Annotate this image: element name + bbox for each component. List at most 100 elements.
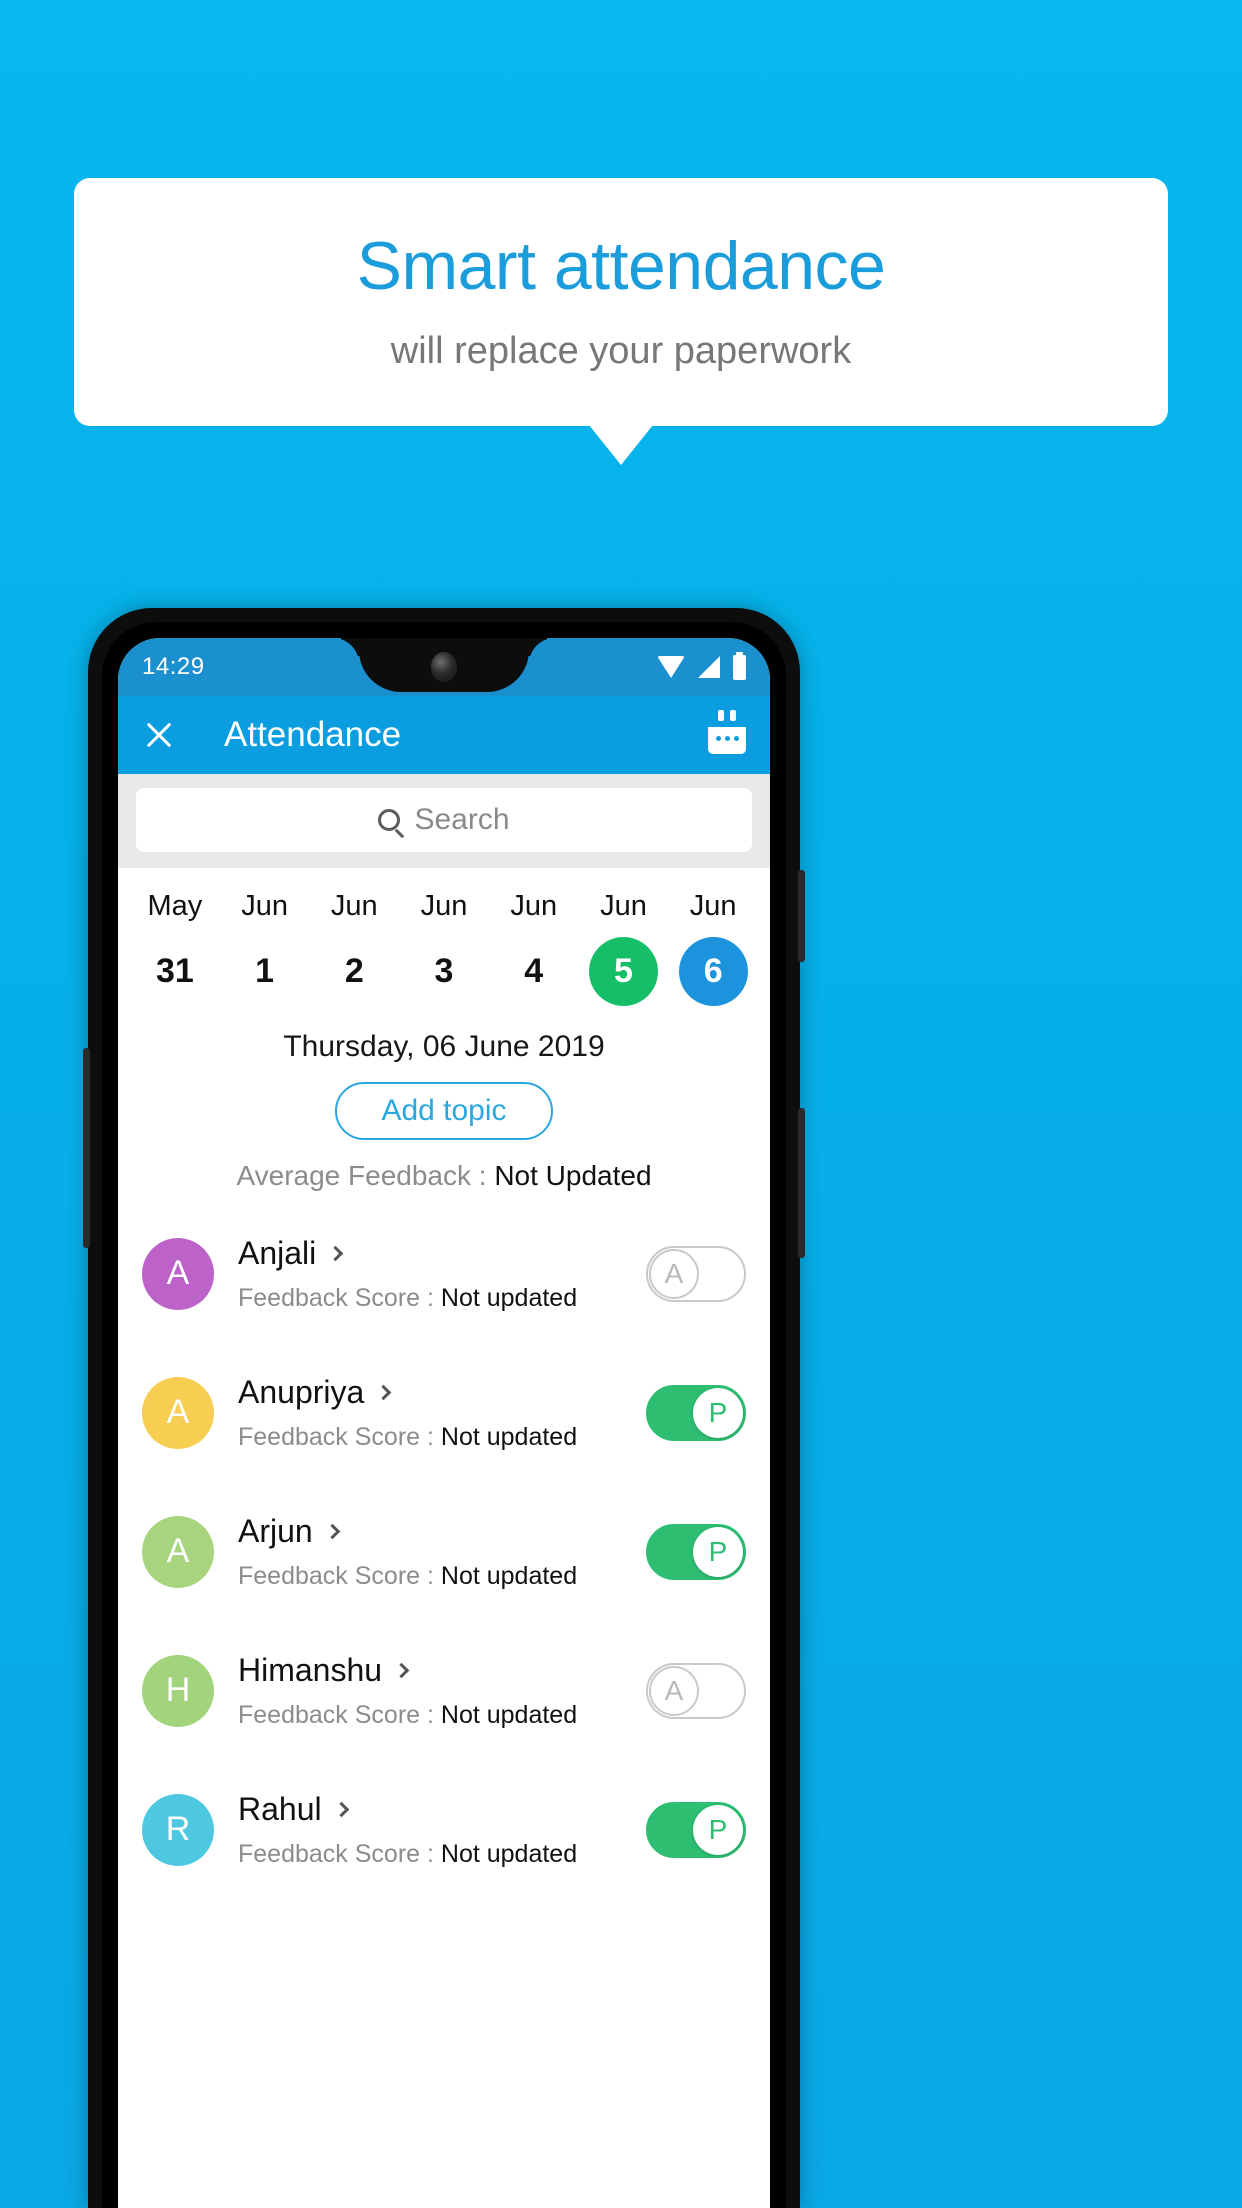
date-month-label: Jun [241, 890, 288, 922]
student-name-text: Rahul [238, 1790, 322, 1827]
promo-title: Smart attendance [356, 227, 886, 304]
search-band: Search [118, 774, 770, 868]
feedback-score-label: Feedback Score : [238, 1283, 441, 1312]
chevron-right-icon[interactable] [393, 1662, 410, 1678]
battery-icon [733, 651, 746, 680]
date-cell[interactable]: Jun 6 [668, 890, 758, 1006]
phone-screen: 14:29 Attendance Search May 31 Jun 1 Jun… [118, 638, 770, 2208]
date-month-label: Jun [420, 890, 468, 922]
attendance-toggle-knob: A [649, 1665, 699, 1716]
status-icons [657, 651, 746, 680]
date-cell[interactable]: Jun 1 [220, 890, 310, 1006]
feedback-score-label: Feedback Score : [238, 1422, 441, 1451]
student-info: Rahul Feedback Score : Not updated [238, 1791, 646, 1869]
avatar: A [142, 1515, 214, 1588]
date-strip: May 31 Jun 1 Jun 2 Jun 3 Jun 4 Jun 5 Jun 6 [118, 868, 770, 1016]
feedback-score-label: Feedback Score : [238, 1561, 441, 1590]
date-cell[interactable]: Jun 3 [399, 890, 489, 1006]
chevron-right-icon[interactable] [333, 1801, 349, 1817]
page-title: Attendance [224, 715, 402, 754]
volume-button[interactable] [798, 1108, 805, 1258]
feedback-score-value: Not updated [440, 1839, 578, 1868]
search-input[interactable]: Search [136, 788, 752, 852]
attendance-toggle-knob: P [693, 1804, 743, 1855]
attendance-toggle[interactable]: A [646, 1245, 746, 1302]
calendar-icon[interactable] [708, 710, 746, 754]
student-name-text: Arjun [238, 1512, 313, 1549]
student-row[interactable]: A Anupriya Feedback Score : Not updated P [118, 1343, 770, 1482]
avatar: H [142, 1654, 214, 1727]
date-cell[interactable]: Jun 4 [489, 890, 579, 1006]
date-month-label: Jun [689, 890, 737, 922]
feedback-score-value: Not updated [440, 1561, 578, 1590]
student-info: Anjali Feedback Score : Not updated [238, 1235, 646, 1313]
date-day-number: 3 [434, 952, 454, 990]
student-name-text: Anupriya [238, 1373, 365, 1410]
attendance-toggle[interactable]: A [646, 1662, 746, 1719]
promo-bubble-tail [589, 425, 653, 465]
feedback-score: Feedback Score : Not updated [238, 1284, 646, 1313]
promo-subtitle: will replace your paperwork [390, 329, 852, 372]
student-info: Arjun Feedback Score : Not updated [238, 1513, 646, 1591]
date-cell[interactable]: Jun 5 [579, 890, 669, 1006]
date-month-label: May [147, 890, 203, 922]
student-info: Himanshu Feedback Score : Not updated [238, 1652, 646, 1730]
student-info: Anupriya Feedback Score : Not updated [238, 1374, 646, 1452]
feedback-score: Feedback Score : Not updated [238, 1562, 646, 1591]
feedback-score: Feedback Score : Not updated [238, 1701, 646, 1730]
student-row[interactable]: R Rahul Feedback Score : Not updated P [118, 1760, 770, 1899]
avatar: A [142, 1376, 214, 1449]
wifi-icon [657, 656, 685, 678]
student-list: A Anjali Feedback Score : Not updated A A Anu… [118, 1204, 770, 1899]
student-name-text: Anjali [238, 1234, 317, 1271]
student-row[interactable]: A Anjali Feedback Score : Not updated A [118, 1204, 770, 1343]
power-button[interactable] [798, 870, 805, 962]
chevron-right-icon[interactable] [327, 1245, 344, 1261]
average-feedback: Average Feedback : Not Updated [118, 1160, 770, 1192]
attendance-toggle-knob: P [693, 1526, 743, 1577]
average-feedback-value: Not Updated [494, 1160, 652, 1191]
close-icon[interactable] [142, 718, 176, 752]
student-name: Rahul [238, 1791, 646, 1828]
date-cell[interactable]: May 31 [130, 890, 220, 1006]
feedback-score: Feedback Score : Not updated [238, 1423, 646, 1452]
date-month-label: Jun [330, 890, 378, 922]
search-placeholder: Search [414, 803, 510, 836]
attendance-toggle[interactable]: P [646, 1384, 746, 1441]
student-row[interactable]: A Arjun Feedback Score : Not updated P [118, 1482, 770, 1621]
front-camera [431, 652, 457, 682]
date-day-number: 2 [344, 952, 364, 990]
feedback-score-label: Feedback Score : [238, 1700, 441, 1729]
signal-icon [698, 656, 720, 678]
phone-notch [359, 638, 529, 692]
feedback-score-value: Not updated [440, 1283, 578, 1312]
attendance-toggle-knob: A [649, 1248, 699, 1299]
chevron-right-icon[interactable] [376, 1384, 392, 1400]
feedback-score-value: Not updated [440, 1700, 578, 1729]
date-day-number: 5 [588, 937, 658, 1006]
phone-bezel: 14:29 Attendance Search May 31 Jun 1 Jun… [102, 622, 786, 2208]
phone-mockup: 14:29 Attendance Search May 31 Jun 1 Jun… [83, 608, 805, 2208]
average-feedback-label: Average Feedback : [236, 1160, 495, 1191]
selected-date-label: Thursday, 06 June 2019 [283, 1030, 605, 1063]
student-name-text: Himanshu [238, 1651, 383, 1688]
student-name: Anupriya [238, 1374, 646, 1411]
student-name: Anjali [238, 1235, 646, 1272]
feedback-score: Feedback Score : Not updated [238, 1840, 646, 1869]
date-day-number: 31 [155, 952, 194, 990]
chevron-right-icon[interactable] [324, 1523, 340, 1539]
student-row[interactable]: H Himanshu Feedback Score : Not updated A [118, 1621, 770, 1760]
attendance-toggle[interactable]: P [646, 1523, 746, 1580]
avatar: A [142, 1237, 214, 1310]
feedback-score-label: Feedback Score : [238, 1839, 441, 1868]
app-bar: Attendance [118, 696, 770, 774]
attendance-toggle[interactable]: P [646, 1801, 746, 1858]
assistant-button[interactable] [83, 1048, 90, 1248]
attendance-toggle-knob: P [693, 1387, 743, 1438]
add-topic-button[interactable]: Add topic [335, 1082, 553, 1140]
date-day-number: 6 [678, 937, 748, 1006]
date-day-number: 1 [255, 952, 275, 990]
student-name: Arjun [238, 1513, 646, 1550]
search-icon [378, 809, 401, 831]
date-cell[interactable]: Jun 2 [309, 890, 399, 1006]
